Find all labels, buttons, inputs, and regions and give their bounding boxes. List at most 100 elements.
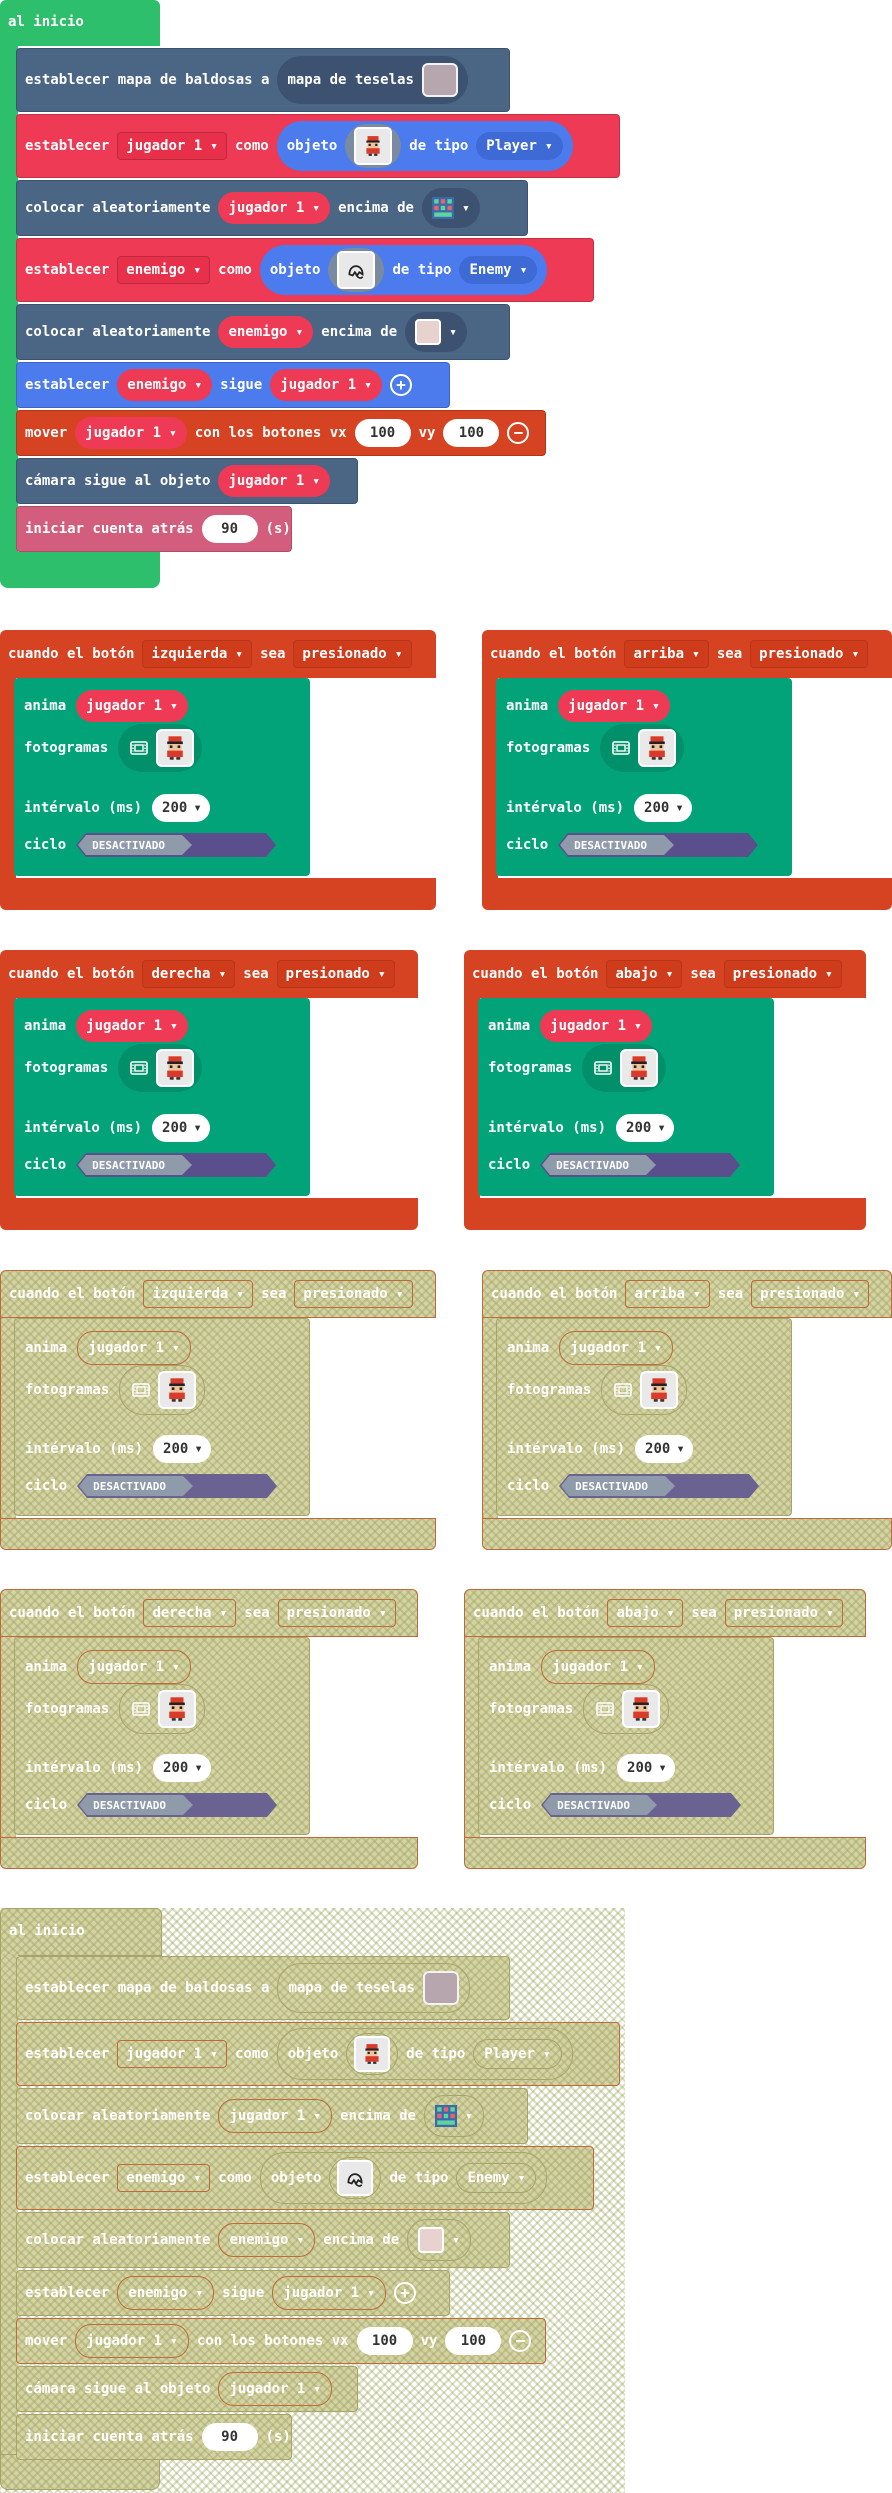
frames-reporter[interactable] — [600, 724, 685, 772]
enemy-kind-dropdown[interactable]: Enemy — [459, 256, 538, 284]
event-dropdown[interactable]: presionado — [277, 1599, 396, 1627]
tile-dropdown[interactable] — [423, 2095, 484, 2137]
event-hat[interactable]: cuando el botón derecha sea presionado — [0, 950, 418, 998]
tilemap-thumbnail-icon[interactable] — [421, 63, 458, 97]
player-dropdown[interactable]: jugador 1 — [218, 2372, 333, 2406]
frames-reporter[interactable] — [582, 1044, 667, 1092]
button-dropdown[interactable]: izquierda — [142, 640, 253, 668]
on-button-left-event-disabled[interactable]: cuando el botón izquierda sea presionado ani… — [0, 1270, 436, 1550]
player-kind-dropdown[interactable]: Player — [473, 2039, 562, 2069]
frame-sprite-icon[interactable] — [640, 1371, 679, 1409]
enemy-sprite-reporter[interactable]: objeto de tipo Enemy — [259, 245, 548, 295]
player-dropdown[interactable]: jugador 1 — [559, 1331, 673, 1365]
event-dropdown[interactable]: presionado — [750, 640, 869, 668]
interval-input[interactable]: 200 — [153, 1754, 211, 1782]
button-dropdown[interactable]: arriba — [624, 640, 709, 668]
player-sprite-icon[interactable] — [346, 2033, 399, 2075]
on-start-stack-disabled[interactable]: al inicio establecer mapa de baldosas a … — [0, 1908, 625, 2493]
tile-dropdown[interactable] — [407, 2219, 471, 2261]
animate-block[interactable]: anima jugador 1 fotogramas intérvalo (ms) 20… — [496, 678, 792, 876]
animate-block[interactable]: anima jugador 1 fotogramas intérvalo (ms) 20… — [14, 1637, 310, 1835]
event-hat[interactable]: cuando el botón abajo sea presionado — [464, 1589, 866, 1637]
loop-toggle-wrap[interactable]: DESACTIVADO — [77, 1792, 278, 1818]
countdown-block-disabled[interactable]: iniciar cuenta atrás 90 (s) — [16, 2414, 292, 2460]
tile-dropdown[interactable] — [421, 188, 480, 228]
animate-block[interactable]: anima jugador 1 fotogramas intérvalo (ms) 20… — [478, 1637, 774, 1835]
minus-icon[interactable]: − — [509, 2330, 532, 2352]
interval-input[interactable]: 200 — [152, 794, 210, 822]
countdown-input[interactable]: 90 — [201, 2423, 258, 2451]
player-dropdown[interactable]: jugador 1 — [76, 1010, 188, 1042]
button-dropdown[interactable]: derecha — [143, 1599, 237, 1627]
vy-input[interactable]: 100 — [445, 2327, 502, 2355]
event-dropdown[interactable]: presionado — [724, 1599, 843, 1627]
set-player-sprite-block[interactable]: establecer jugador 1 como objeto de tipo… — [16, 114, 620, 178]
frames-reporter[interactable] — [119, 1684, 206, 1734]
enemy-sprite-icon[interactable] — [328, 248, 385, 292]
set-tilemap-block-disabled[interactable]: establecer mapa de baldosas a mapa de te… — [16, 1956, 510, 2020]
loop-toggle-wrap[interactable]: DESACTIVADO — [540, 1152, 741, 1178]
player-dropdown[interactable]: jugador 1 — [75, 417, 187, 449]
on-button-right-event[interactable]: cuando el botón derecha sea presionado anima… — [0, 950, 418, 1230]
vx-input[interactable]: 100 — [354, 419, 411, 447]
button-dropdown[interactable]: derecha — [142, 960, 236, 988]
on-button-right-event-disabled[interactable]: cuando el botón derecha sea presionado anima… — [0, 1589, 418, 1869]
move-with-buttons-block[interactable]: mover jugador 1 con los botones vx 100 v… — [16, 410, 546, 456]
player-dropdown[interactable]: jugador 1 — [77, 1331, 191, 1365]
animate-block[interactable]: anima jugador 1 fotogramas intérvalo (ms) 20… — [14, 678, 310, 876]
button-dropdown[interactable]: arriba — [625, 1280, 710, 1308]
event-dropdown[interactable]: presionado — [751, 1280, 870, 1308]
on-button-left-event[interactable]: cuando el botón izquierda sea presionado ani… — [0, 630, 436, 910]
frame-sprite-icon[interactable] — [622, 1690, 661, 1728]
loop-toggle-wrap[interactable]: DESACTIVADO — [77, 1473, 278, 1499]
event-dropdown[interactable]: presionado — [294, 1280, 413, 1308]
camera-follow-block-disabled[interactable]: cámara sigue al objeto jugador 1 — [16, 2366, 358, 2412]
loop-toggle-wrap[interactable]: DESACTIVADO — [76, 1152, 277, 1178]
plus-icon[interactable]: + — [389, 374, 412, 396]
on-start-hat-disabled[interactable]: al inicio — [0, 1908, 162, 1956]
on-button-up-event-disabled[interactable]: cuando el botón arriba sea presionado anima j… — [482, 1270, 892, 1550]
enemy-dropdown[interactable]: enemigo — [218, 316, 314, 348]
player-dropdown[interactable]: jugador 1 — [540, 1010, 652, 1042]
enemy-follows-block-disabled[interactable]: establecer enemigo sigue jugador 1 + — [16, 2270, 450, 2316]
enemy-sprite-reporter[interactable]: objeto de tipo Enemy — [259, 2152, 548, 2204]
frames-reporter[interactable] — [118, 1044, 203, 1092]
countdown-input[interactable]: 90 — [201, 515, 258, 543]
enemy-dropdown[interactable]: enemigo — [117, 369, 213, 401]
frames-reporter[interactable] — [601, 1365, 688, 1415]
tilemap-thumbnail-icon[interactable] — [422, 1971, 459, 2005]
player-dropdown[interactable]: jugador 1 — [75, 2324, 189, 2358]
place-enemy-block[interactable]: colocar aleatoriamente enemigo encima de — [16, 304, 510, 360]
event-hat[interactable]: cuando el botón derecha sea presionado — [0, 1589, 418, 1637]
set-enemy-sprite-block[interactable]: establecer enemigo como objeto de tipo E… — [16, 238, 594, 302]
interval-input[interactable]: 200 — [153, 1435, 211, 1463]
on-start-stack[interactable]: al inicio establecer mapa de baldosas a … — [0, 0, 625, 588]
set-tilemap-block[interactable]: establecer mapa de baldosas a mapa de te… — [16, 48, 510, 112]
frame-sprite-icon[interactable] — [156, 729, 195, 767]
on-button-up-event[interactable]: cuando el botón arriba sea presionado anima j… — [482, 630, 892, 910]
button-dropdown[interactable]: abajo — [606, 960, 683, 988]
player-dropdown[interactable]: jugador 1 — [218, 2099, 333, 2133]
loop-toggle-wrap[interactable]: DESACTIVADO — [558, 832, 759, 858]
player-dropdown[interactable]: jugador 1 — [218, 465, 331, 497]
on-start-hat[interactable]: al inicio — [0, 0, 160, 46]
enemy-dropdown[interactable]: enemigo — [117, 2276, 215, 2310]
animate-block[interactable]: anima jugador 1 fotogramas intérvalo (ms) 20… — [496, 1318, 792, 1516]
enemy-variable-dropdown[interactable]: enemigo — [117, 256, 211, 284]
animate-block[interactable]: anima jugador 1 fotogramas intérvalo (ms) 20… — [14, 1318, 310, 1516]
frame-sprite-icon[interactable] — [156, 1049, 195, 1087]
vy-input[interactable]: 100 — [443, 419, 500, 447]
camera-follow-block[interactable]: cámara sigue al objeto jugador 1 — [16, 458, 358, 504]
player-variable-dropdown[interactable]: jugador 1 — [117, 2040, 227, 2068]
enemy-kind-dropdown[interactable]: Enemy — [456, 2163, 537, 2193]
enemy-sprite-icon[interactable] — [329, 2157, 382, 2199]
countdown-block[interactable]: iniciar cuenta atrás 90 (s) — [16, 506, 292, 552]
tilemap-reporter[interactable]: mapa de teselas — [277, 1963, 470, 2013]
button-dropdown[interactable]: abajo — [607, 1599, 684, 1627]
player-dropdown[interactable]: jugador 1 — [270, 369, 382, 401]
vx-input[interactable]: 100 — [356, 2327, 413, 2355]
interval-input[interactable]: 200 — [634, 794, 692, 822]
loop-toggle-wrap[interactable]: DESACTIVADO — [541, 1792, 742, 1818]
player-dropdown[interactable]: jugador 1 — [541, 1650, 655, 1684]
player-dropdown[interactable]: jugador 1 — [77, 1650, 191, 1684]
